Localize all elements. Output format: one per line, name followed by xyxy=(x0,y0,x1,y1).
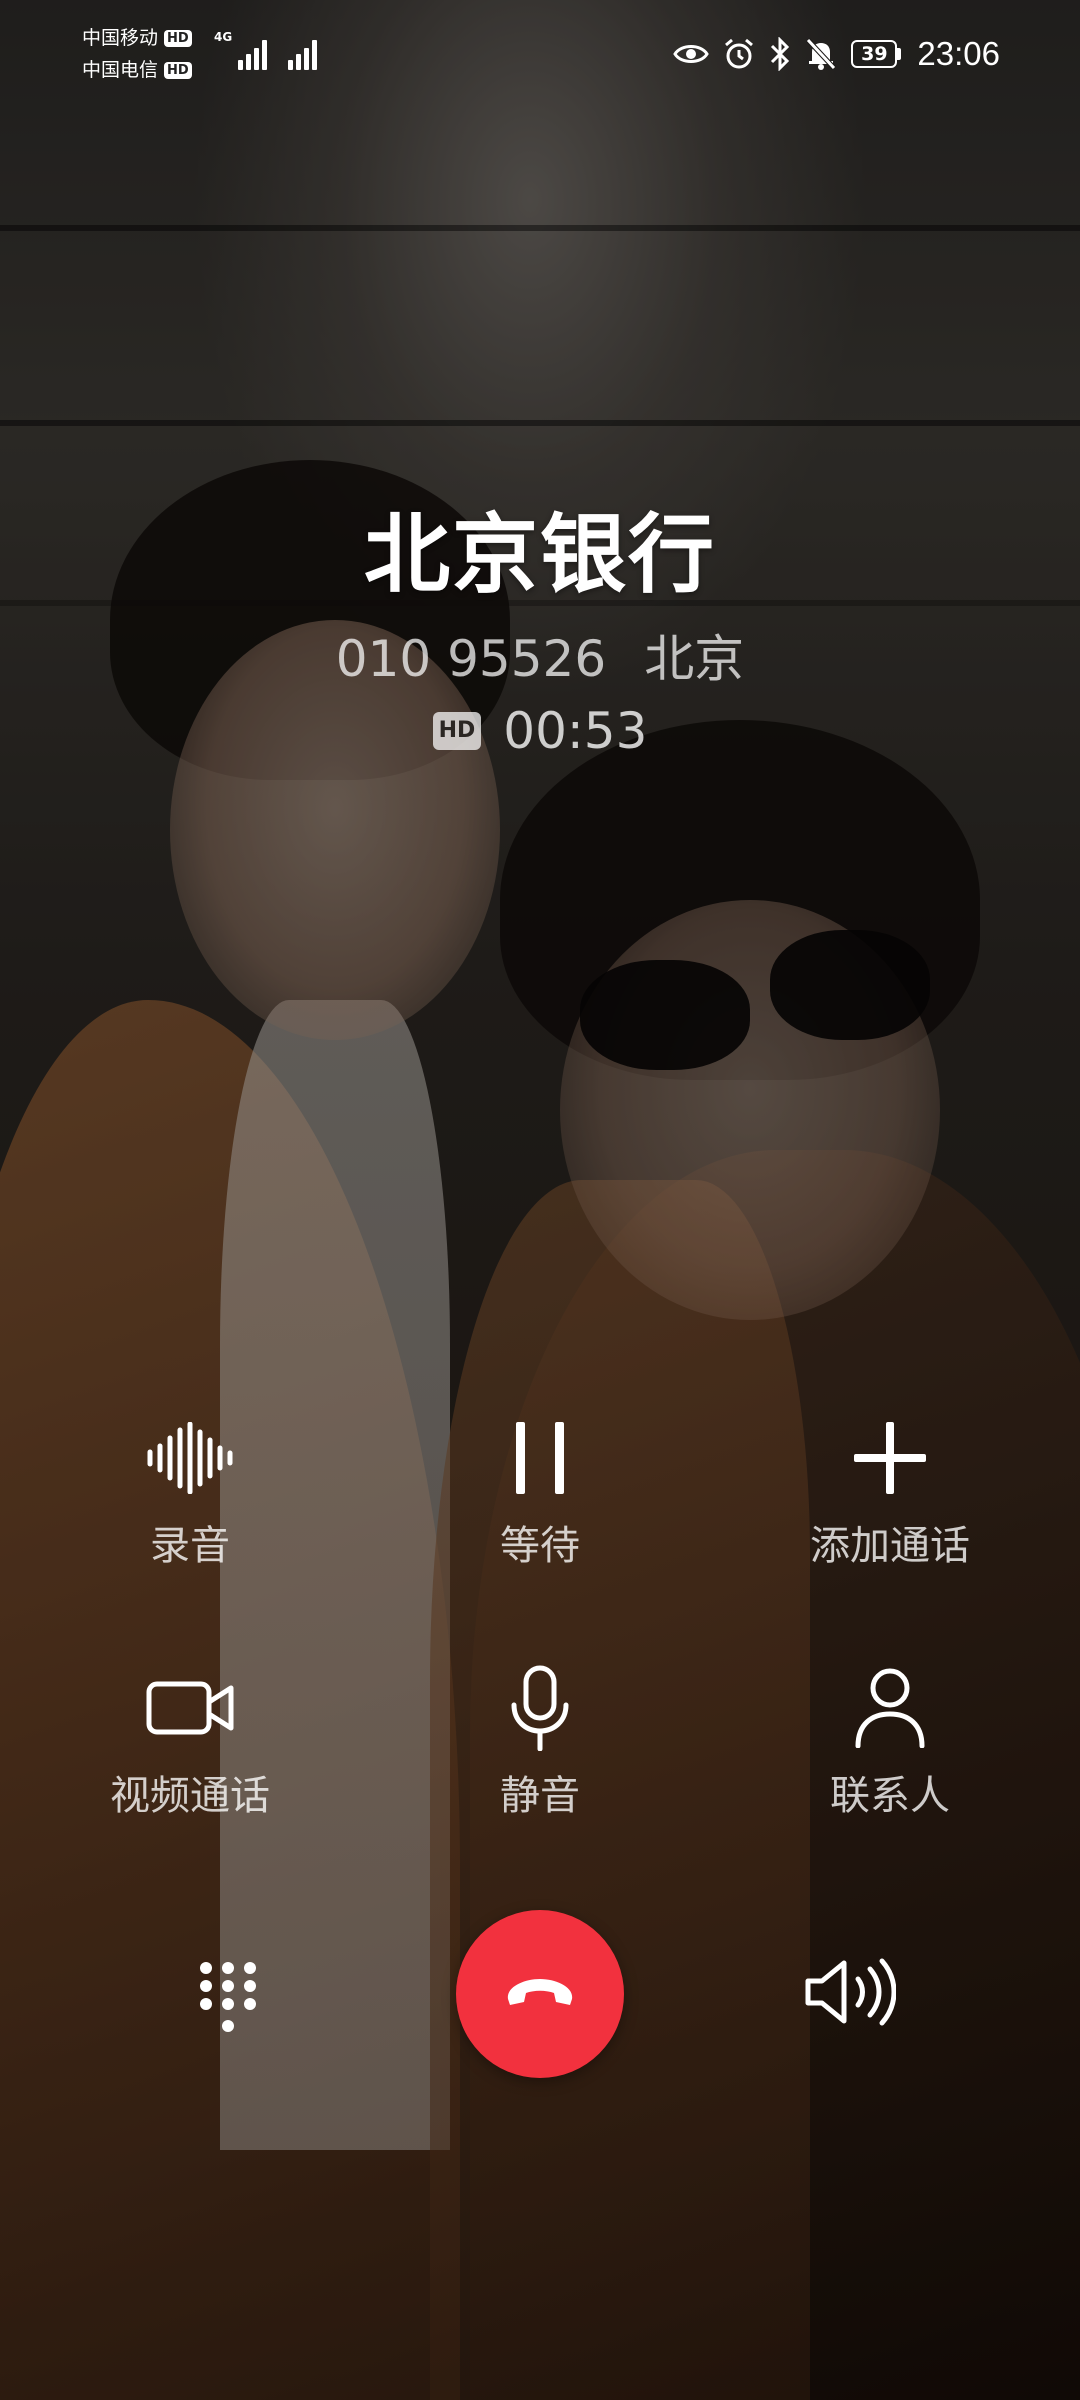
caller-name: 北京银行 xyxy=(364,505,716,605)
status-icons: 39 23:06 xyxy=(673,30,1000,78)
battery-level: 39 xyxy=(851,40,898,68)
video-call-button[interactable]: 视频通话 xyxy=(40,1660,340,1910)
hold-button[interactable]: 等待 xyxy=(390,1410,690,1660)
bluetooth-icon xyxy=(769,37,791,71)
contacts-button[interactable]: 联系人 xyxy=(740,1660,1040,1910)
dialpad-button[interactable] xyxy=(178,1950,278,2050)
eye-icon xyxy=(673,40,710,68)
signal-strength-icon xyxy=(282,30,317,70)
carrier-row-1: 中国移动 HD xyxy=(82,22,192,54)
call-action-bar xyxy=(0,1910,1080,2080)
record-waveform-icon xyxy=(142,1410,238,1506)
person-icon xyxy=(842,1660,938,1756)
hd-badge: HD xyxy=(164,61,192,79)
mute-label: 静音 xyxy=(500,1773,580,1819)
pause-icon xyxy=(492,1410,588,1506)
caller-location: 北京 xyxy=(644,630,745,688)
contacts-label: 联系人 xyxy=(830,1773,950,1819)
video-camera-icon xyxy=(142,1660,238,1756)
signal-strength-icon: 4G xyxy=(214,30,268,70)
microphone-icon xyxy=(492,1660,588,1756)
plus-icon xyxy=(842,1410,938,1506)
speaker-button[interactable] xyxy=(800,1944,900,2044)
carrier-name: 中国电信 xyxy=(82,59,159,81)
status-bar: 中国移动 HD 中国电信 HD 4G 39 23:06 xyxy=(0,0,1080,110)
mute-button[interactable]: 静音 xyxy=(390,1660,690,1910)
battery-icon: 39 xyxy=(851,40,902,68)
mute-bell-icon xyxy=(805,37,837,71)
speaker-icon xyxy=(804,1957,897,2031)
hd-call-badge: HD xyxy=(432,712,482,750)
hangup-phone-icon xyxy=(502,1975,578,2013)
call-duration-row: HD 00:53 xyxy=(0,700,1080,762)
video-call-label: 视频通话 xyxy=(110,1773,270,1819)
record-label: 录音 xyxy=(150,1523,230,1569)
carrier-name: 中国移动 xyxy=(82,27,159,49)
network-type: 4G xyxy=(214,30,233,44)
add-call-label: 添加通话 xyxy=(810,1523,970,1569)
hangup-button[interactable] xyxy=(456,1910,624,2078)
carrier-row-2: 中国电信 HD xyxy=(82,54,192,86)
caller-info: 北京银行 010 95526 北京 HD 00:53 xyxy=(0,500,1080,762)
hold-label: 等待 xyxy=(500,1523,580,1569)
carrier-info: 中国移动 HD 中国电信 HD xyxy=(82,22,192,86)
record-button[interactable]: 录音 xyxy=(40,1410,340,1660)
alarm-icon xyxy=(723,37,755,71)
dialpad-icon xyxy=(198,1960,258,2040)
hd-badge: HD xyxy=(164,29,192,47)
clock: 23:06 xyxy=(917,35,1000,72)
call-controls: 录音 等待 添加通话 视频通话 静音 联系人 xyxy=(0,1410,1080,1910)
add-call-button[interactable]: 添加通话 xyxy=(740,1410,1040,1660)
caller-number-location: 010 95526 北京 xyxy=(0,628,1080,690)
call-duration: 00:53 xyxy=(503,702,648,760)
caller-number: 010 95526 xyxy=(335,630,607,688)
